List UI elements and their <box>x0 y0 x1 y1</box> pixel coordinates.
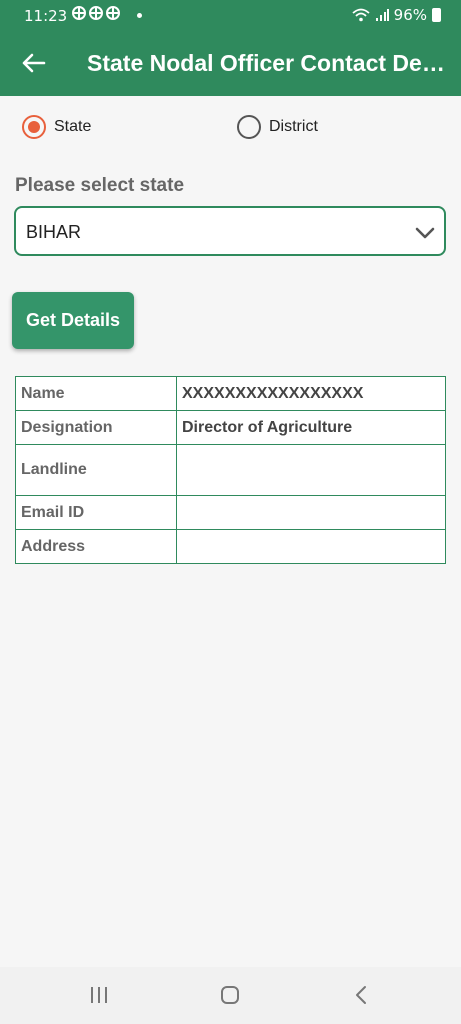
email-key: Email ID <box>15 495 177 530</box>
more-notifications-dot-icon <box>137 13 142 18</box>
radio-state[interactable]: State <box>22 115 91 139</box>
notification-icon <box>106 6 120 20</box>
address-key: Address <box>15 529 177 564</box>
state-dropdown-value[interactable]: BIHAR <box>26 222 81 243</box>
address-value <box>176 529 446 564</box>
nav-recent-icon[interactable] <box>91 987 107 1003</box>
wifi-icon <box>352 8 370 22</box>
state-dropdown[interactable]: BIHAR <box>14 206 446 256</box>
table-row: Landline <box>15 444 446 496</box>
status-right: 96% <box>352 6 441 24</box>
battery-icon <box>432 8 441 22</box>
get-details-button[interactable]: Get Details <box>12 292 134 349</box>
designation-value: Director of Agriculture <box>176 410 446 445</box>
back-arrow-icon[interactable] <box>18 48 48 78</box>
radio-state-label[interactable]: State <box>54 118 91 136</box>
notification-icons <box>72 6 120 20</box>
details-table: Name XXXXXXXXXXXXXXXXX Designation Direc… <box>15 376 446 564</box>
email-value <box>176 495 446 530</box>
radio-district[interactable]: District <box>237 115 318 139</box>
signal-icon <box>375 9 389 21</box>
landline-key: Landline <box>15 444 177 496</box>
table-row: Email ID <box>15 495 446 530</box>
status-bar: 11:23 96% <box>0 0 461 30</box>
name-key: Name <box>15 376 177 411</box>
state-select-label: Please select state <box>15 175 185 196</box>
name-value: XXXXXXXXXXXXXXXXX <box>176 376 446 411</box>
chevron-down-icon[interactable] <box>414 222 436 244</box>
nav-home-icon[interactable] <box>221 986 239 1004</box>
battery-percent: 96% <box>393 6 427 24</box>
radio-district-label[interactable]: District <box>269 118 318 136</box>
notification-icon <box>89 6 103 20</box>
app-bar: State Nodal Officer Contact Det... <box>0 30 461 96</box>
radio-state-indicator[interactable] <box>22 115 46 139</box>
nav-back-icon[interactable] <box>352 985 370 1005</box>
status-time: 11:23 <box>24 7 68 25</box>
table-row: Designation Director of Agriculture <box>15 410 446 445</box>
table-row: Address <box>15 529 446 564</box>
landline-value <box>176 444 446 496</box>
designation-key: Designation <box>15 410 177 445</box>
radio-district-indicator[interactable] <box>237 115 261 139</box>
page-title: State Nodal Officer Contact Det... <box>87 50 447 76</box>
notification-icon <box>72 6 86 20</box>
system-nav-bar <box>0 967 461 1024</box>
table-row: Name XXXXXXXXXXXXXXXXX <box>15 376 446 411</box>
